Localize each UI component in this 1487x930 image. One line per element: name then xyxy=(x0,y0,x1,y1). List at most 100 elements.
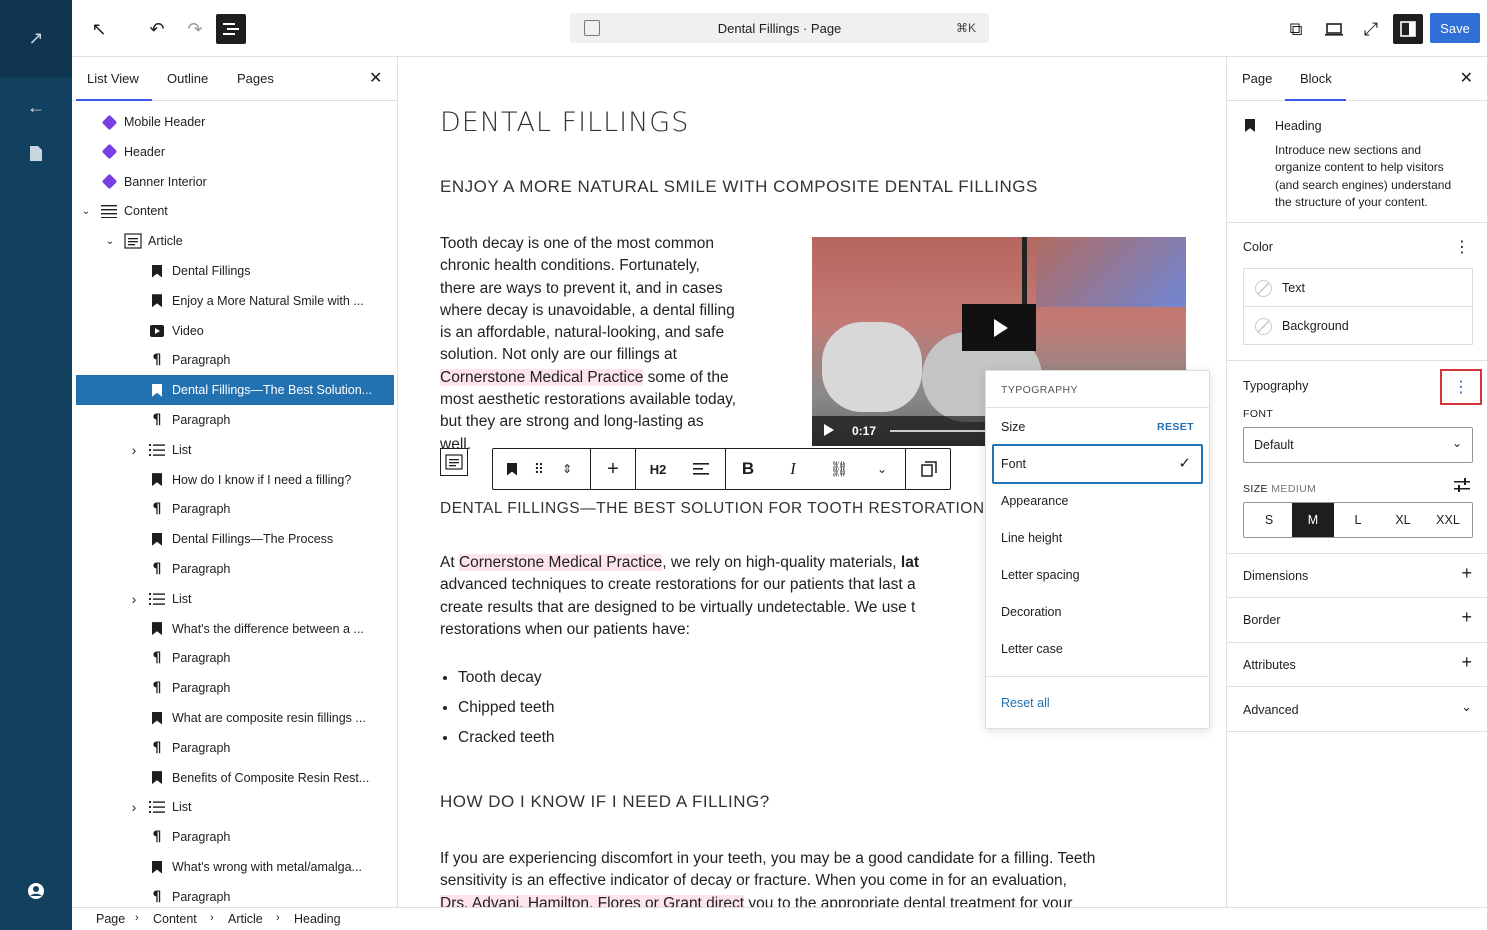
menu-item-line-height[interactable]: Line height xyxy=(1001,531,1062,545)
custom-size-icon[interactable] xyxy=(1454,478,1470,495)
menu-item-letter-spacing[interactable]: Letter spacing xyxy=(1001,568,1080,582)
size-option-m[interactable]: M xyxy=(1292,503,1334,537)
list-view-item[interactable]: ¶ Paragraph xyxy=(76,554,394,584)
list-view-item[interactable]: ⌄ Article xyxy=(76,226,394,256)
link-icon[interactable]: ⛓ xyxy=(827,449,851,489)
list-view-item[interactable]: Enjoy a More Natural Smile with ... xyxy=(76,286,394,316)
insert-plus-icon[interactable]: + xyxy=(601,449,625,489)
bullet-list[interactable]: Tooth decay Chipped teeth Cracked teeth xyxy=(458,663,555,753)
play-button[interactable] xyxy=(962,304,1036,351)
list-view-item[interactable]: What's the difference between a ... xyxy=(76,614,394,644)
chevron-right-icon[interactable]: › xyxy=(128,591,140,607)
list-view-item[interactable]: ¶ Paragraph xyxy=(76,643,394,673)
site-icon-area[interactable]: ↗ xyxy=(0,0,72,77)
article-parent-icon[interactable] xyxy=(440,448,468,476)
plus-icon[interactable]: + xyxy=(1461,563,1472,584)
menu-item-size[interactable]: Size xyxy=(1001,420,1025,434)
font-select[interactable]: Default ⌄ xyxy=(1243,427,1473,463)
tab-outline[interactable]: Outline xyxy=(167,71,208,86)
list-view-item[interactable]: ¶ Paragraph xyxy=(76,405,394,435)
move-up-down-icon[interactable]: ⇕ xyxy=(557,449,577,489)
video-progress[interactable] xyxy=(890,430,990,432)
plus-icon[interactable]: + xyxy=(1461,607,1472,628)
paragraph-discomfort[interactable]: If you are experiencing discomfort in yo… xyxy=(440,848,1226,907)
list-view-item[interactable]: ¶ Paragraph xyxy=(76,673,394,703)
breadcrumb-item[interactable]: Content xyxy=(153,912,197,926)
block-options-icon[interactable] xyxy=(917,449,941,489)
size-option-xxl[interactable]: XXL xyxy=(1426,503,1470,537)
tab-page[interactable]: Page xyxy=(1242,71,1272,86)
align-icon[interactable] xyxy=(689,449,713,489)
highlighted-link[interactable]: Cornerstone Medical Practice xyxy=(458,554,663,571)
fullscreen-icon[interactable]: ⤢ xyxy=(1356,14,1386,44)
paragraph-intro[interactable]: Tooth decay is one of the most common ch… xyxy=(440,233,800,456)
highlighted-link[interactable]: Cornerstone Medical Practice xyxy=(440,368,644,386)
size-option-l[interactable]: L xyxy=(1336,503,1380,537)
command-palette-bar[interactable]: Dental Fillings · Page ⌘K xyxy=(570,13,989,43)
settings-panel-icon[interactable] xyxy=(1393,14,1423,44)
highlighted-link[interactable]: Drs. Advani, Hamilton, Flores or Grant d… xyxy=(440,894,745,907)
list-view-item[interactable]: ¶ Paragraph xyxy=(76,882,394,907)
list-view-item[interactable]: ¶ Paragraph xyxy=(76,494,394,524)
heading-block-icon[interactable] xyxy=(501,449,523,489)
back-arrow-icon[interactable]: ← xyxy=(24,95,48,119)
attributes-panel[interactable]: Attributes + xyxy=(1227,642,1487,686)
pages-icon[interactable] xyxy=(24,141,48,165)
device-preview-icon[interactable] xyxy=(1319,14,1349,44)
reset-size-button[interactable]: RESET xyxy=(1157,421,1194,433)
drag-handle-icon[interactable]: ⠿ xyxy=(529,449,549,489)
list-view-item[interactable]: Dental Fillings xyxy=(76,256,394,286)
page-title-heading[interactable]: DENTAL FILLINGS xyxy=(440,107,689,138)
color-options-icon[interactable]: ⋮ xyxy=(1454,237,1470,257)
tab-list-view[interactable]: List View xyxy=(87,71,139,86)
list-view-item[interactable]: How do I know if I need a filling? xyxy=(76,465,394,495)
breadcrumb-item[interactable]: Article xyxy=(228,912,263,926)
list-view-item[interactable]: ⌄ Content xyxy=(76,196,394,226)
tab-pages[interactable]: Pages xyxy=(237,71,274,86)
list-view-item[interactable]: Dental Fillings—The Best Solution... xyxy=(76,375,394,406)
list-view-item[interactable]: ¶ Paragraph xyxy=(76,822,394,852)
menu-item-appearance[interactable]: Appearance xyxy=(1001,494,1068,508)
list-view-item[interactable]: Header xyxy=(76,137,394,167)
list-view-item[interactable]: › List xyxy=(76,435,394,465)
document-overview-icon[interactable] xyxy=(216,14,246,44)
tab-block[interactable]: Block xyxy=(1300,71,1332,86)
list-view-item[interactable]: Video xyxy=(76,316,394,346)
italic-icon[interactable]: I xyxy=(783,449,803,489)
chevron-down-icon[interactable]: ⌄ xyxy=(1461,699,1472,715)
user-avatar-icon[interactable] xyxy=(24,879,48,903)
list-view-item[interactable]: Mobile Header xyxy=(76,107,394,137)
menu-item-letter-case[interactable]: Letter case xyxy=(1001,642,1063,656)
heading-need-filling[interactable]: HOW DO I KNOW IF I NEED A FILLING? xyxy=(440,792,770,812)
close-icon[interactable]: ✕ xyxy=(1460,68,1473,88)
list-view-item[interactable]: What's wrong with metal/amalga... xyxy=(76,852,394,882)
close-icon[interactable]: ✕ xyxy=(369,68,382,88)
list-view-item[interactable]: Banner Interior xyxy=(76,167,394,197)
dimensions-panel[interactable]: Dimensions + xyxy=(1227,553,1487,597)
color-item-text[interactable]: Text xyxy=(1244,269,1472,307)
undo-icon[interactable]: ↶ xyxy=(142,14,172,44)
heading-best-solution[interactable]: DENTAL FILLINGS—THE BEST SOLUTION FOR TO… xyxy=(440,500,985,518)
select-tool-icon[interactable]: ↖ xyxy=(84,14,114,44)
redo-icon[interactable]: ↷ xyxy=(180,14,210,44)
plus-icon[interactable]: + xyxy=(1461,652,1472,673)
heading-level-button[interactable]: H2 xyxy=(645,449,671,489)
typography-options-icon[interactable]: ⋮ xyxy=(1440,369,1482,405)
menu-item-decoration[interactable]: Decoration xyxy=(1001,605,1061,619)
chevron-down-icon[interactable]: ⌄ xyxy=(104,236,116,247)
more-chevron-icon[interactable]: ⌄ xyxy=(871,449,893,489)
breadcrumb-item[interactable]: Page xyxy=(96,912,125,926)
border-panel[interactable]: Border + xyxy=(1227,597,1487,642)
color-item-background[interactable]: Background xyxy=(1244,307,1472,345)
list-view-item[interactable]: What are composite resin fillings ... xyxy=(76,703,394,733)
save-button[interactable]: Save xyxy=(1430,13,1480,43)
chevron-right-icon[interactable]: › xyxy=(128,799,140,815)
play-icon[interactable] xyxy=(824,424,834,436)
list-view-item[interactable]: Dental Fillings—The Process xyxy=(76,524,394,554)
list-view-item[interactable]: ¶ Paragraph xyxy=(76,733,394,763)
size-option-s[interactable]: S xyxy=(1248,503,1290,537)
reset-all-button[interactable]: Reset all xyxy=(1001,696,1050,710)
external-link-icon[interactable]: ↗ xyxy=(24,26,48,50)
bold-icon[interactable]: B xyxy=(737,449,759,489)
list-view-item[interactable]: › List xyxy=(76,792,394,822)
